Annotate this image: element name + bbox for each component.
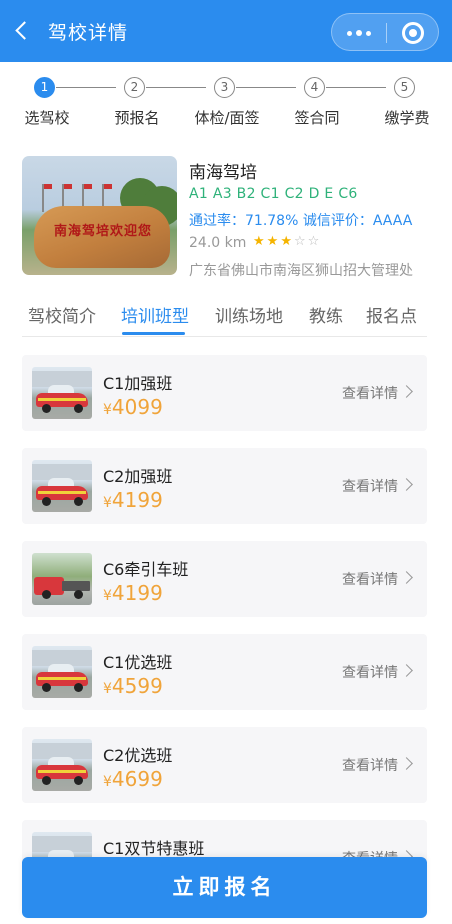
chevron-right-icon xyxy=(400,664,413,677)
price-value: 4199 xyxy=(111,581,163,605)
step-1-label: 选驾校 xyxy=(24,109,70,127)
tab-intro[interactable]: 驾校简介 xyxy=(28,302,96,327)
price-value: 4099 xyxy=(111,395,163,419)
class-photo xyxy=(32,367,92,419)
rating-stars: ★★★☆☆ xyxy=(253,234,321,249)
step-5-label: 缴学费 xyxy=(384,109,430,127)
class-price: ¥4699 xyxy=(103,767,163,791)
step-2-label: 预报名 xyxy=(114,109,160,127)
view-detail-link[interactable]: 查看详情 xyxy=(342,476,398,496)
class-price: ¥4199 xyxy=(103,581,163,605)
class-card[interactable]: C1优选班 ¥4599 查看详情 xyxy=(22,634,427,710)
class-name: C2加强班 xyxy=(103,467,173,486)
chevron-right-icon xyxy=(400,385,413,398)
class-price: ¥4599 xyxy=(103,674,163,698)
tab-signup-points[interactable]: 报名点 xyxy=(366,302,417,327)
class-price: ¥4099 xyxy=(103,395,163,419)
step-connector xyxy=(56,87,116,88)
step-1-circle: 1 xyxy=(34,77,55,98)
chevron-right-icon xyxy=(400,478,413,491)
step-5-circle: 5 xyxy=(394,77,415,98)
class-name: C2优选班 xyxy=(103,746,173,765)
step-connector xyxy=(146,87,206,88)
class-price: ¥4199 xyxy=(103,488,163,512)
step-connector xyxy=(236,87,296,88)
school-name: 南海驾培 xyxy=(189,163,257,183)
tabs-divider xyxy=(22,336,427,337)
tab-class-types[interactable]: 培训班型 xyxy=(121,302,189,327)
currency-symbol: ¥ xyxy=(103,774,112,790)
stone-inscription: 南海驾培欢迎您 xyxy=(53,224,152,239)
chevron-right-icon xyxy=(400,757,413,770)
star-empty-icon: ☆ xyxy=(307,234,322,249)
class-name: C6牵引车班 xyxy=(103,560,189,579)
price-value: 4199 xyxy=(111,488,163,512)
class-card[interactable]: C2优选班 ¥4699 查看详情 xyxy=(22,727,427,803)
currency-symbol: ¥ xyxy=(103,588,112,604)
class-photo xyxy=(32,553,92,605)
step-2-circle: 2 xyxy=(124,77,145,98)
header-bar: 驾校详情 xyxy=(0,0,452,62)
signup-now-button[interactable]: 立即报名 xyxy=(22,857,427,918)
flag-shape xyxy=(42,184,52,212)
chevron-right-icon xyxy=(400,571,413,584)
currency-symbol: ¥ xyxy=(103,681,112,697)
more-dots-icon[interactable] xyxy=(342,25,376,41)
class-name: C1优选班 xyxy=(103,653,173,672)
pass-rate-integrity: 通过率：71.78% 诚信评价：AAAA xyxy=(189,213,413,229)
back-arrow-icon[interactable] xyxy=(12,18,34,44)
step-connector xyxy=(326,87,386,88)
license-types: A1 A3 B2 C1 C2 D E C6 xyxy=(189,186,358,202)
currency-symbol: ¥ xyxy=(103,402,112,418)
school-address[interactable]: 广东省佛山市南海区狮山招大管理处 xyxy=(189,260,413,280)
star-empty-icon: ☆ xyxy=(293,234,308,249)
tab-training-field[interactable]: 训练场地 xyxy=(215,302,283,327)
school-photo[interactable]: 南海驾培欢迎您 xyxy=(22,156,177,275)
class-name: C1加强班 xyxy=(103,374,173,393)
currency-symbol: ¥ xyxy=(103,495,112,511)
distance: 24.0 km xyxy=(189,235,247,251)
page-title: 驾校详情 xyxy=(48,22,129,44)
class-name: C1双节特惠班 xyxy=(103,839,205,858)
tab-bar: 驾校简介 培训班型 训练场地 教练 报名点 xyxy=(0,296,452,338)
progress-steps: 1 2 3 4 5 选驾校 预报名 体检/面签 签合同 缴学费 xyxy=(0,72,452,132)
star-filled-icon: ★ xyxy=(253,234,267,249)
class-card[interactable]: C2加强班 ¥4199 查看详情 xyxy=(22,448,427,524)
price-value: 4599 xyxy=(111,674,163,698)
class-card[interactable]: C6牵引车班 ¥4199 查看详情 xyxy=(22,541,427,617)
step-4-circle: 4 xyxy=(304,77,325,98)
star-filled-icon: ★ xyxy=(280,234,294,249)
active-tab-indicator xyxy=(122,332,185,335)
step-3-label: 体检/面签 xyxy=(194,109,260,127)
view-detail-link[interactable]: 查看详情 xyxy=(342,662,398,682)
class-card[interactable]: C1加强班 ¥4099 查看详情 xyxy=(22,355,427,431)
tab-coaches[interactable]: 教练 xyxy=(309,302,343,327)
view-detail-link[interactable]: 查看详情 xyxy=(342,569,398,589)
close-target-icon[interactable] xyxy=(402,22,424,44)
star-filled-icon: ★ xyxy=(266,234,281,249)
mini-program-capsule xyxy=(331,13,439,51)
class-photo xyxy=(32,646,92,698)
class-photo xyxy=(32,739,92,791)
price-value: 4699 xyxy=(111,767,163,791)
capsule-divider xyxy=(386,23,387,43)
step-4-label: 签合同 xyxy=(294,109,340,127)
view-detail-link[interactable]: 查看详情 xyxy=(342,755,398,775)
class-photo xyxy=(32,460,92,512)
view-detail-link[interactable]: 查看详情 xyxy=(342,383,398,403)
step-3-circle: 3 xyxy=(214,77,235,98)
